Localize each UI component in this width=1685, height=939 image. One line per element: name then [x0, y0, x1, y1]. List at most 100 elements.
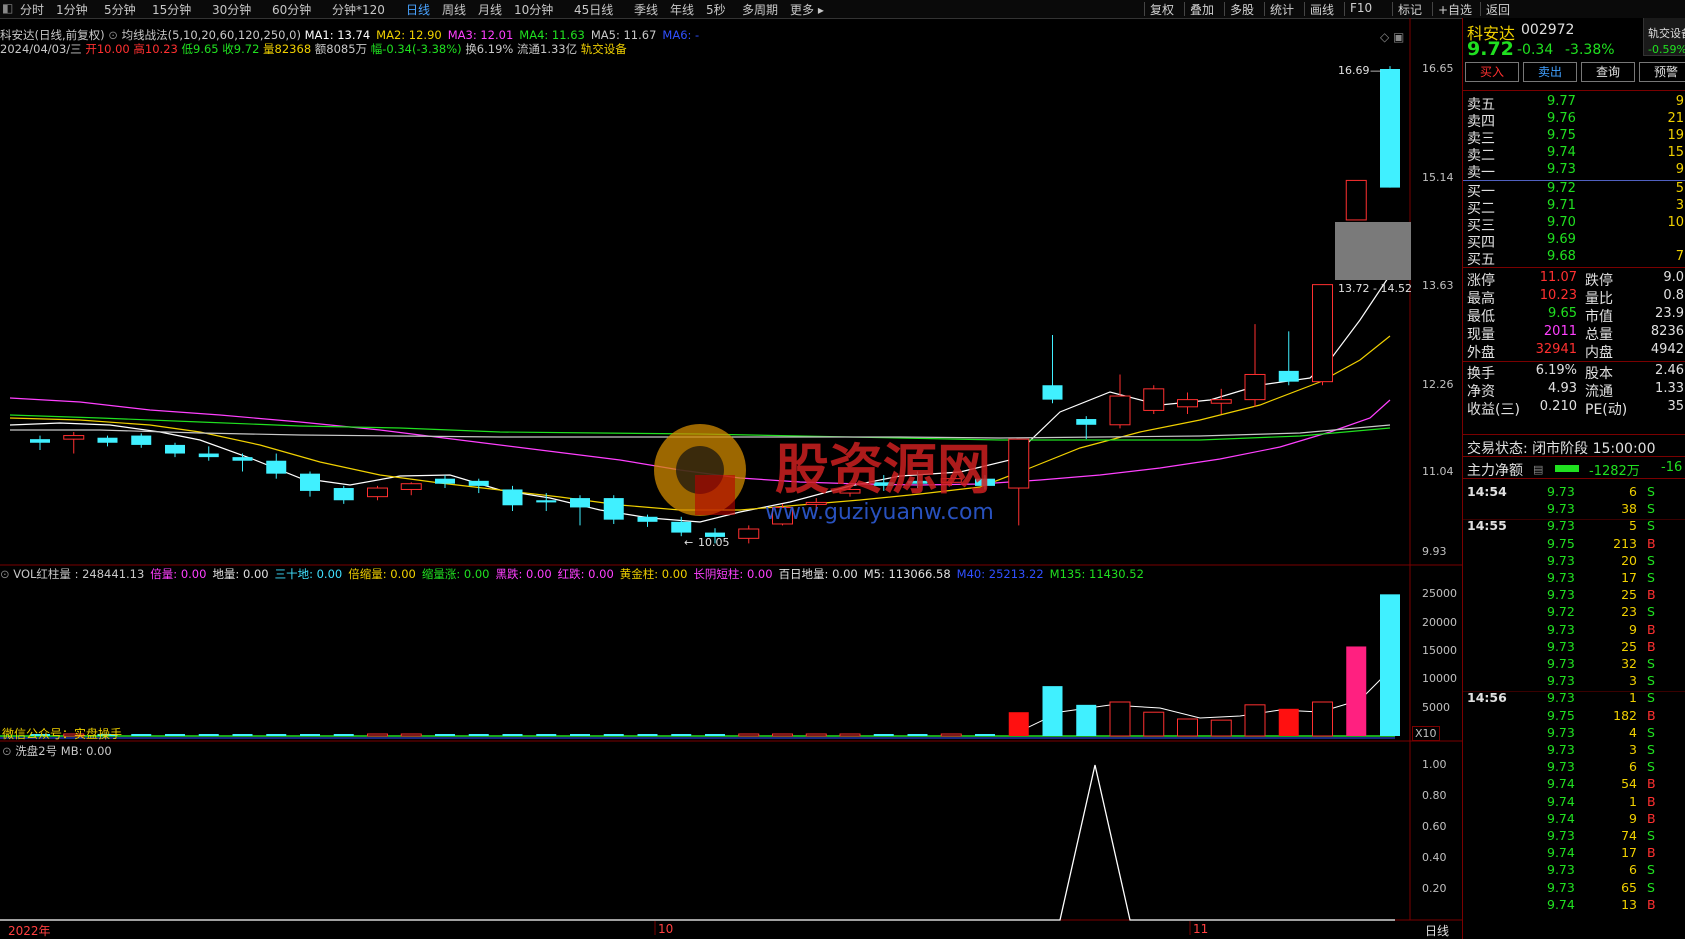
query-button[interactable]: 查询	[1581, 62, 1635, 82]
period-label[interactable]: 日线	[1425, 922, 1449, 939]
volume-bar	[1109, 701, 1131, 737]
ask-row-3[interactable]: 卖三 9.75 19	[1467, 128, 1685, 147]
settings-icon[interactable]: ⊙	[2, 744, 12, 758]
candle[interactable]	[367, 485, 388, 501]
candle-body	[1109, 395, 1131, 426]
tick-row: 9.74 1 B	[1463, 794, 1685, 811]
tick-price: 9.73	[1547, 828, 1575, 843]
stat-label: 涨停	[1467, 273, 1495, 289]
candle[interactable]	[435, 475, 455, 489]
tick-price: 9.75	[1547, 707, 1575, 723]
alert-button[interactable]: 预警	[1639, 62, 1685, 82]
candle[interactable]	[300, 471, 320, 497]
stock-code: 002972	[1521, 22, 1575, 38]
candle[interactable]	[1109, 374, 1131, 429]
vol-indicator-9: 长阴短柱: 0.00	[693, 567, 773, 581]
candle[interactable]	[1177, 392, 1198, 414]
tick-volume: 38	[1621, 501, 1637, 517]
tick-volume: 25	[1621, 638, 1637, 654]
tick-side: S	[1647, 690, 1655, 706]
ask-row-2[interactable]: 卖四 9.76 21	[1467, 111, 1685, 130]
candle[interactable]	[570, 495, 590, 526]
buy-button[interactable]: 买入	[1465, 62, 1519, 82]
bid-row-1[interactable]: 买一 9.72 5	[1467, 181, 1685, 200]
ask-volume: 15	[1667, 145, 1684, 160]
candle[interactable]	[266, 453, 287, 479]
tick-volume: 4	[1629, 724, 1637, 740]
candle-body	[198, 453, 219, 458]
candle-body	[671, 521, 692, 533]
bid-row-5[interactable]: 买五 9.68 7	[1467, 249, 1685, 268]
candle[interactable]	[400, 482, 422, 496]
volume-bar	[1008, 712, 1029, 736]
tick-price: 9.73	[1547, 638, 1575, 654]
candle[interactable]	[1210, 388, 1232, 414]
candle[interactable]	[468, 478, 489, 494]
tick-price: 9.73	[1547, 570, 1575, 585]
divider	[1463, 519, 1685, 521]
tick-side: B	[1647, 793, 1656, 809]
stat-label: 最低	[1467, 309, 1495, 325]
candle[interactable]	[30, 435, 50, 450]
flow-menu-icon[interactable]: ▤	[1533, 463, 1543, 476]
bid-row-4[interactable]: 买四 9.69	[1467, 232, 1685, 251]
tick-row: 14:54 9.73 6 S	[1463, 484, 1685, 501]
candle[interactable]	[1042, 334, 1063, 404]
candle[interactable]	[63, 431, 85, 454]
volume-bar	[839, 733, 861, 737]
candle[interactable]	[738, 525, 760, 544]
candle[interactable]	[1312, 284, 1333, 386]
volume-bar	[165, 734, 185, 736]
stat-value: 35	[1667, 399, 1684, 414]
candle[interactable]	[97, 435, 118, 447]
candle-body	[570, 498, 590, 508]
stat-label: PE(动)	[1585, 402, 1628, 418]
stat-value: 4.93	[1548, 381, 1577, 396]
toolbar-button-8[interactable]: 返回	[1486, 1, 1510, 18]
candle-body	[1278, 370, 1299, 382]
bid-row-3[interactable]: 买三 9.70 10	[1467, 215, 1685, 234]
candle[interactable]	[1008, 438, 1030, 526]
tick-row: 9.74 9 B	[1463, 811, 1685, 828]
ask-row-4[interactable]: 卖二 9.74 15	[1467, 145, 1685, 164]
tick-volume: 3	[1629, 742, 1637, 757]
candle[interactable]	[333, 485, 354, 504]
tick-row: 9.73 6 S	[1463, 862, 1685, 879]
candle[interactable]	[1076, 416, 1097, 440]
trade-state: 交易状态: 闭市阶段 15:00:00	[1467, 441, 1656, 457]
volume-bar	[1210, 719, 1232, 737]
vol-indicator-8: 黄金柱: 0.00	[619, 567, 688, 581]
candle[interactable]	[502, 485, 523, 512]
stat-value: 23.9	[1655, 306, 1684, 321]
tick-side: S	[1647, 501, 1655, 517]
tick-row: 14:55 9.73 5 S	[1463, 518, 1685, 535]
divider	[1463, 180, 1685, 181]
candle[interactable]	[603, 495, 624, 524]
tick-time: 14:54	[1467, 484, 1507, 499]
candle[interactable]	[165, 442, 185, 458]
ask-row-5[interactable]: 卖一 9.73 9	[1467, 162, 1685, 181]
candle[interactable]	[1244, 324, 1266, 407]
candle[interactable]	[232, 453, 253, 472]
sell-button[interactable]: 卖出	[1523, 62, 1577, 82]
candle[interactable]	[1345, 179, 1367, 221]
candle[interactable]	[131, 433, 152, 448]
tick-price: 9.74	[1547, 896, 1575, 912]
volume-bar	[468, 734, 489, 736]
candle[interactable]	[1380, 66, 1400, 188]
candle[interactable]	[1143, 385, 1165, 414]
candle[interactable]	[1278, 331, 1299, 386]
bid-row-2[interactable]: 买二 9.71 3	[1467, 198, 1685, 217]
tick-price: 9.73	[1547, 587, 1575, 603]
settings-icon[interactable]: ⊙	[0, 567, 13, 581]
watermark-logo-icon	[650, 420, 760, 523]
tick-row: 9.74 13 B	[1463, 897, 1685, 914]
stat-label: 总量	[1585, 327, 1613, 343]
volume-bar	[1346, 646, 1367, 736]
sector-box[interactable]: 轨交设备 -0.59%	[1643, 18, 1685, 56]
stat-value: 0.8	[1663, 288, 1684, 303]
ask-row-1[interactable]: 卖五 9.77 9	[1467, 94, 1685, 113]
volume-bars-group	[30, 594, 1400, 737]
tick-price: 9.73	[1547, 501, 1575, 517]
candle[interactable]	[198, 446, 219, 461]
